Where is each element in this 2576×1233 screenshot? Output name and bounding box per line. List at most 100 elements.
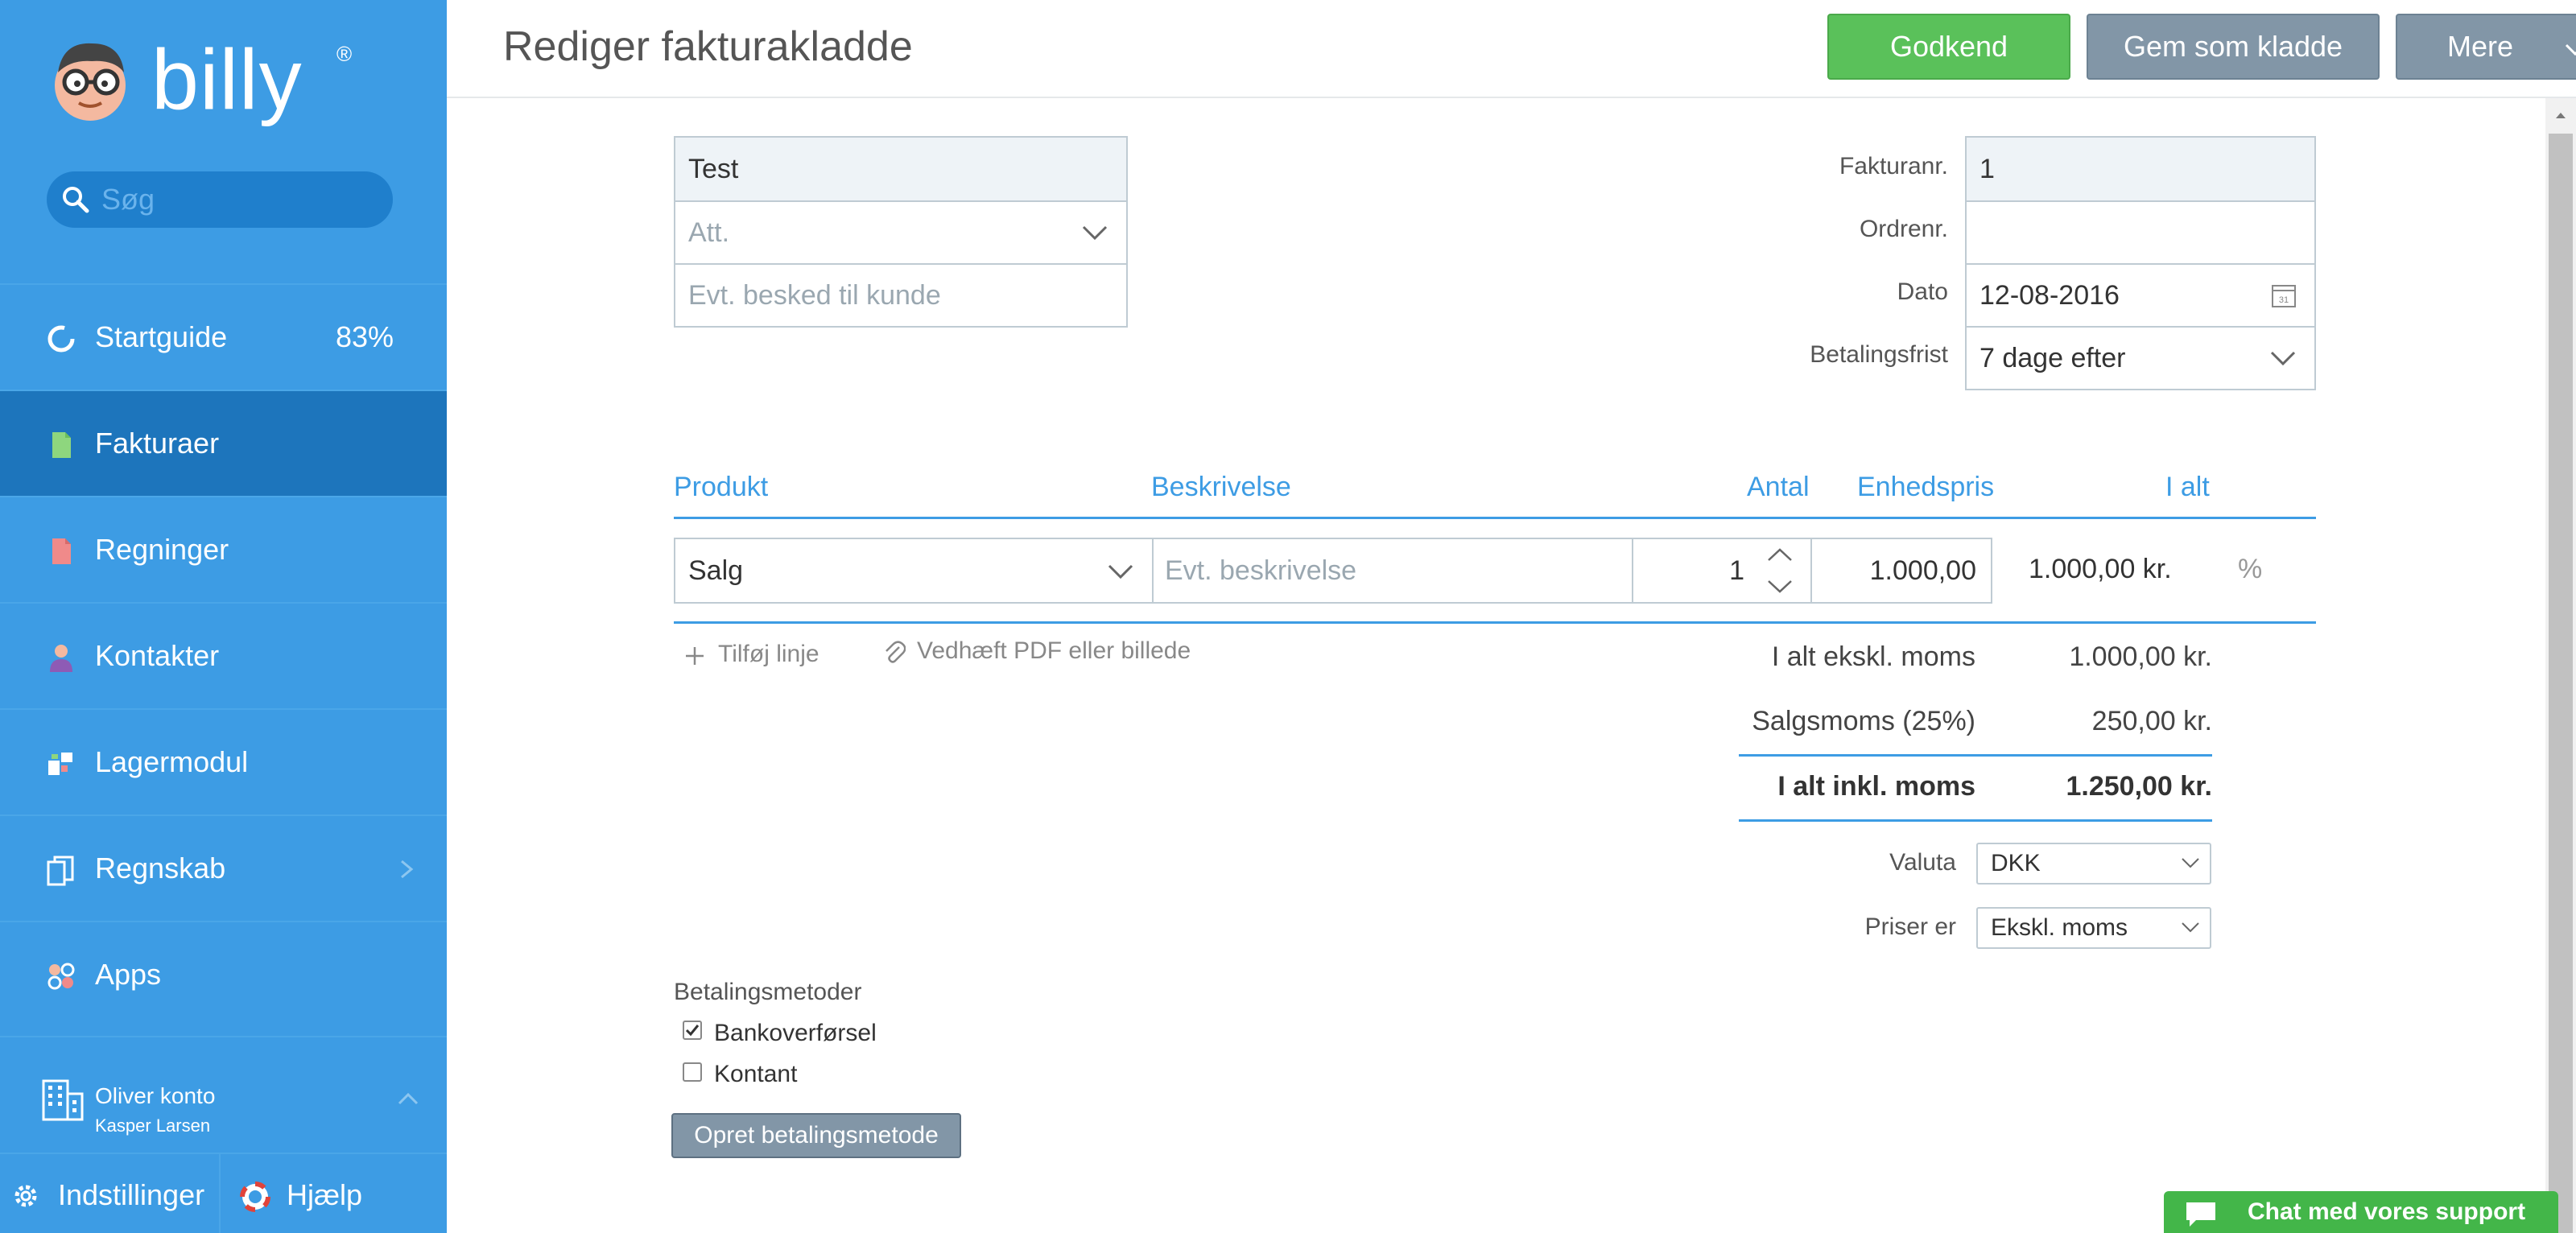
approve-button[interactable]: Godkend <box>1827 14 2070 80</box>
table-header-divider <box>674 517 2316 519</box>
paperclip-icon <box>886 641 906 663</box>
account-name: Oliver konto <box>95 1083 216 1108</box>
quantity-stepper[interactable]: 1 <box>1632 538 1812 604</box>
attention-select[interactable]: Att. <box>675 200 1126 263</box>
chevron-down-icon[interactable] <box>1765 578 1794 596</box>
scroll-thumb[interactable] <box>2549 134 2573 1233</box>
column-quantity: Antal <box>1747 472 1810 502</box>
scrollbar[interactable] <box>2545 98 2576 1233</box>
currency-label: Valuta <box>1889 849 1956 876</box>
chevron-right-icon <box>401 860 414 879</box>
cash-checkbox[interactable] <box>683 1062 702 1082</box>
sidebar-item-regnskab[interactable]: Regnskab <box>0 814 447 921</box>
sidebar-item-label: Regninger <box>95 533 229 566</box>
prices-label: Priser er <box>1864 913 1956 940</box>
table-row-divider <box>674 621 2316 624</box>
sidebar-item-label: Kontakter <box>95 639 220 672</box>
attach-label: Vedhæft PDF eller billede <box>917 637 1191 664</box>
bank-transfer-checkbox[interactable] <box>683 1021 702 1040</box>
customer-field[interactable]: Test <box>675 138 1126 200</box>
create-payment-method-button[interactable]: Opret betalingsmetode <box>671 1113 961 1158</box>
sidebar-item-regninger[interactable]: Regninger <box>0 496 447 602</box>
search-icon <box>63 187 89 213</box>
chevron-down-icon <box>2182 858 2199 868</box>
chat-support-button[interactable]: Chat med vores support <box>2164 1191 2558 1233</box>
search-input[interactable] <box>101 171 375 228</box>
search-box <box>47 171 393 228</box>
save-draft-button[interactable]: Gem som kladde <box>2087 14 2380 80</box>
calendar-icon[interactable]: 31 <box>2271 282 2297 308</box>
sidebar-item-apps[interactable]: Apps <box>0 921 447 1027</box>
gear-icon <box>14 1185 37 1207</box>
chevron-down-icon <box>2565 43 2576 56</box>
meta-box: 1 12-08-2016 31 7 dage efter <box>1965 136 2316 390</box>
sidebar-item-label: Lagermodul <box>95 745 249 778</box>
invoice-number: 1 <box>1979 153 1995 184</box>
chevron-up-icon <box>398 1092 419 1105</box>
currency-select[interactable]: DKK <box>1976 843 2211 885</box>
sidebar-item-startguide[interactable]: Startguide 83% <box>0 283 447 390</box>
account-switcher[interactable]: Oliver konto Kasper Larsen <box>0 1036 447 1153</box>
attention-placeholder: Att. <box>688 216 730 248</box>
plus-icon <box>686 647 704 665</box>
chevron-up-icon[interactable] <box>1765 546 1794 563</box>
scroll-up-arrow-icon[interactable] <box>2555 111 2566 119</box>
logo-text: billy <box>151 32 303 127</box>
accounting-icon <box>47 856 74 886</box>
settings-button[interactable]: Indstillinger <box>0 1154 217 1233</box>
due-value: 7 dage efter <box>1979 342 2126 373</box>
chat-label: Chat med vores support <box>2248 1198 2526 1225</box>
page-title: Rediger fakturakladde <box>503 23 913 70</box>
more-button[interactable]: Mere <box>2396 14 2576 80</box>
unit-price-value: 1.000,00 <box>1869 555 1976 586</box>
bank-transfer-label: Bankoverførsel <box>714 1020 877 1046</box>
contact-icon <box>50 645 72 672</box>
sidebar-item-kontakter[interactable]: Kontakter <box>0 602 447 708</box>
unit-price-input[interactable]: 1.000,00 <box>1810 538 1992 604</box>
customer-box: Test Att. Evt. besked til kunde <box>674 136 1128 328</box>
sidebar: billy ® Startguide 83% Fakturaer Regning… <box>0 0 447 1233</box>
chevron-down-icon <box>1082 225 1108 241</box>
prices-value: Ekskl. moms <box>1991 914 2128 941</box>
message-input[interactable]: Evt. besked til kunde <box>675 263 1126 326</box>
column-unit-price: Enhedspris <box>1857 472 1995 502</box>
subtotal-value: 1.000,00 kr. <box>2069 641 2212 672</box>
invoice-number-field[interactable]: 1 <box>1967 138 2314 200</box>
inventory-icon <box>48 753 72 775</box>
product-value: Salg <box>688 555 744 586</box>
quantity-value: 1 <box>1729 555 1744 586</box>
grand-total-label: I alt inkl. moms <box>1777 771 1975 802</box>
sidebar-item-label: Regnskab <box>95 852 226 885</box>
progress-percent: 83% <box>335 320 394 353</box>
invoice-icon <box>52 432 71 458</box>
prices-select[interactable]: Ekskl. moms <box>1976 907 2211 949</box>
add-line-label: Tilføj linje <box>718 641 819 667</box>
registered-mark: ® <box>336 42 353 66</box>
sidebar-item-fakturaer[interactable]: Fakturaer <box>0 390 447 496</box>
sidebar-footer: Indstillinger Hjælp <box>0 1153 447 1233</box>
column-total: I alt <box>2165 472 2210 502</box>
chat-bubble-icon <box>2186 1202 2215 1227</box>
sidebar-item-lagermodul[interactable]: Lagermodul <box>0 708 447 814</box>
column-description: Beskrivelse <box>1151 472 1291 502</box>
date-label: Dato <box>1897 278 1948 305</box>
date-field[interactable]: 12-08-2016 31 <box>1967 263 2314 326</box>
chevron-down-icon <box>2270 351 2296 366</box>
chevron-down-icon <box>2182 922 2199 933</box>
order-number-field[interactable] <box>1967 200 2314 263</box>
apps-icon <box>47 963 75 990</box>
description-placeholder: Evt. beskrivelse <box>1165 555 1357 586</box>
payment-methods-title: Betalingsmetoder <box>674 979 862 1005</box>
subtotal-label: I alt ekskl. moms <box>1771 641 1975 672</box>
chevron-down-icon <box>1108 564 1133 579</box>
description-input[interactable]: Evt. beskrivelse <box>1152 538 1633 604</box>
discount-toggle[interactable]: % <box>2238 554 2262 585</box>
due-select[interactable]: 7 dage efter <box>1967 326 2314 389</box>
account-user: Kasper Larsen <box>95 1115 211 1136</box>
help-button[interactable]: Hjælp <box>219 1154 447 1233</box>
logo[interactable]: billy ® <box>47 32 352 127</box>
due-label: Betalingsfrist <box>1810 341 1948 368</box>
vat-label: Salgsmoms (25%) <box>1752 706 1975 736</box>
product-select[interactable]: Salg <box>674 538 1154 604</box>
progress-ring-icon <box>47 325 75 353</box>
